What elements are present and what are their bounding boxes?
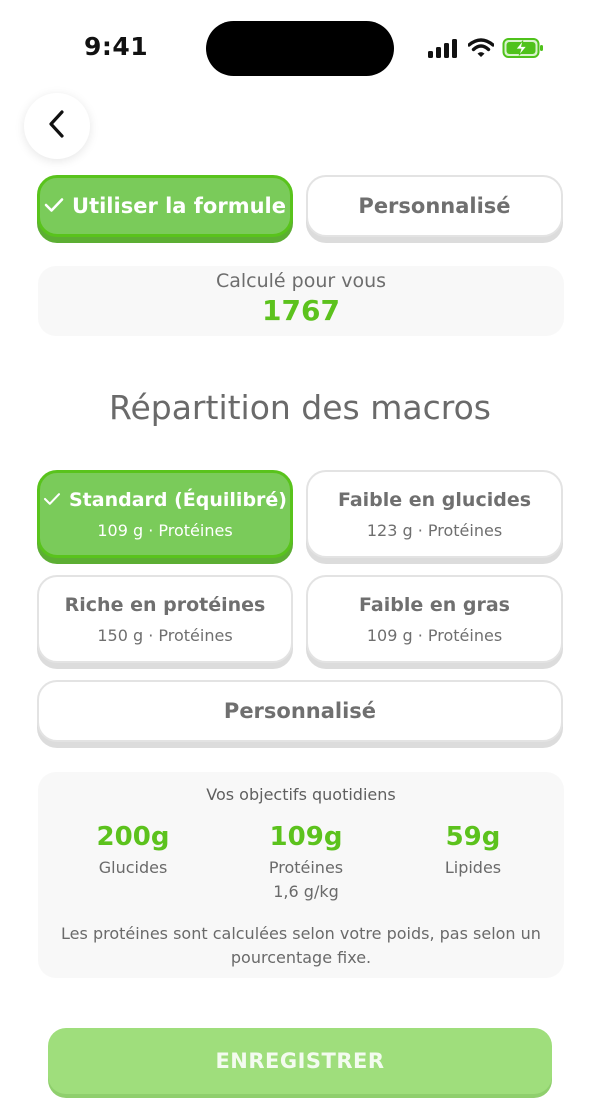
- check-icon: [44, 194, 64, 218]
- calculated-value: 1767: [262, 294, 340, 327]
- macro-option-low-carb[interactable]: Faible en glucides 123 g · Protéines: [306, 470, 563, 558]
- macro-option-subtitle: 109 g · Protéines: [366, 625, 503, 645]
- save-button[interactable]: ENREGISTRER: [48, 1028, 552, 1094]
- macro-custom-label: Personnalisé: [223, 699, 377, 723]
- daily-goals-title: Vos objectifs quotidiens: [206, 785, 396, 804]
- calculated-label: Calculé pour vous: [215, 270, 387, 292]
- goal-label: Glucides: [98, 858, 168, 877]
- macro-option-subtitle: 109 g · Protéines: [97, 520, 233, 540]
- macro-option-title: Standard (Équilibré): [69, 488, 287, 511]
- back-button[interactable]: [24, 93, 90, 159]
- macro-option-title: Faible en gras: [359, 593, 510, 616]
- goals-note: Les protéines sont calculées selon votre…: [61, 924, 541, 967]
- goal-value: 59g: [445, 822, 501, 852]
- goal-carbs: 200g Glucides: [53, 822, 213, 877]
- macro-option-custom[interactable]: Personnalisé: [37, 680, 563, 742]
- macro-option-subtitle: 123 g · Protéines: [366, 520, 503, 540]
- goal-value: 109g: [269, 822, 343, 852]
- custom-calories-button[interactable]: Personnalisé: [306, 175, 563, 237]
- goal-value: 200g: [96, 822, 170, 852]
- status-icons: [428, 34, 544, 62]
- battery-charging-icon: [502, 37, 544, 59]
- goal-label: Lipides: [444, 858, 502, 877]
- macro-option-subtitle: 150 g · Protéines: [97, 625, 233, 645]
- dynamic-island: [206, 21, 394, 76]
- use-formula-label: Utiliser la formule: [72, 194, 286, 218]
- screen: 9:41 Utiliser la formule Personnalisé Ca…: [0, 0, 600, 1120]
- signal-icon: [428, 38, 460, 58]
- goal-protein: 109g Protéines 1,6 g/kg: [226, 822, 386, 901]
- check-icon: [43, 489, 61, 511]
- macros-section-title: Répartition des macros: [109, 388, 491, 427]
- macro-option-title: Riche en protéines: [64, 593, 266, 616]
- use-formula-button[interactable]: Utiliser la formule: [37, 175, 293, 237]
- macro-option-title: Faible en glucides: [337, 488, 532, 511]
- macro-option-high-protein[interactable]: Riche en protéines 150 g · Protéines: [37, 575, 293, 663]
- goal-protein-ratio: 1,6 g/kg: [273, 882, 339, 901]
- macro-option-low-fat[interactable]: Faible en gras 109 g · Protéines: [306, 575, 563, 663]
- chevron-left-icon: [46, 109, 68, 143]
- macro-option-standard[interactable]: Standard (Équilibré) 109 g · Protéines: [37, 470, 293, 558]
- status-time: 9:41: [84, 32, 149, 61]
- daily-goals-card: Vos objectifs quotidiens 200g Glucides 1…: [38, 772, 564, 978]
- wifi-icon: [468, 38, 494, 58]
- calculated-card: Calculé pour vous 1767: [38, 266, 564, 336]
- custom-calories-label: Personnalisé: [358, 194, 511, 218]
- goal-label: Protéines: [268, 858, 344, 877]
- goal-fat: 59g Lipides: [393, 822, 553, 877]
